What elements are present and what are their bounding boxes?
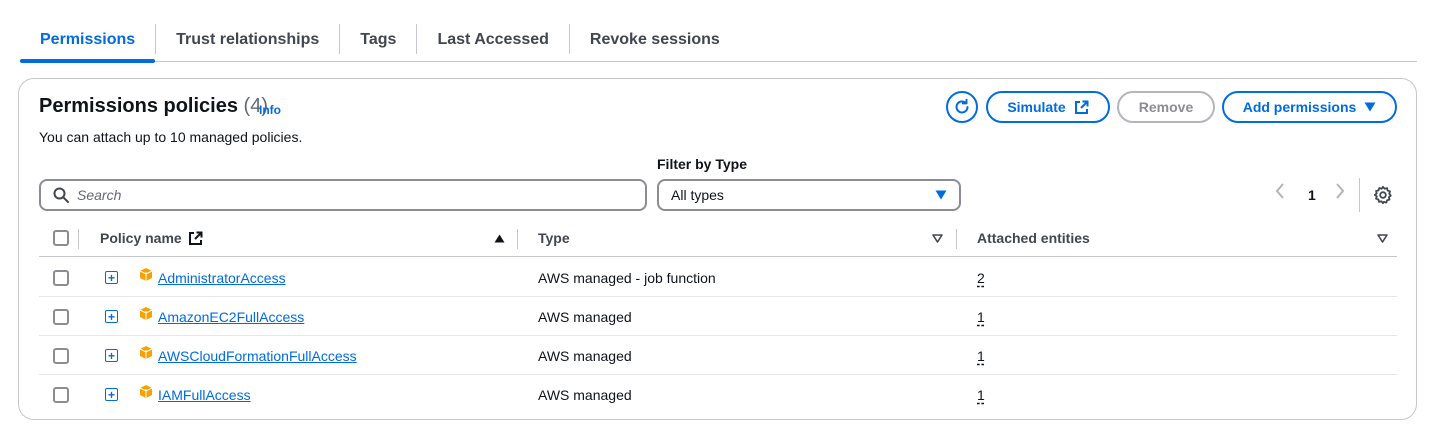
attached-entities-count[interactable]: 1 [977,336,985,375]
tab-trust-relationships[interactable]: Trust relationships [156,18,339,61]
checkbox[interactable] [53,230,69,246]
current-page-number[interactable]: 1 [1308,187,1316,203]
tab-revoke-sessions[interactable]: Revoke sessions [570,18,740,61]
tab-permissions[interactable]: Permissions [20,18,156,63]
external-link-icon [1074,100,1089,114]
type-header-label: Type [538,230,570,246]
column-header-type[interactable]: Type [538,219,948,257]
policy-type: AWS managed [538,386,632,403]
preferences-gear-icon[interactable] [1373,185,1393,205]
expand-row[interactable]: + [105,375,118,414]
next-page-icon[interactable] [1335,183,1345,204]
column-header-attached-entities[interactable]: Attached entities [977,219,1397,257]
row-select[interactable] [53,336,69,375]
sort-ascending-icon[interactable] [494,234,505,243]
refresh-icon [955,98,969,114]
panel-title-text: Permissions policies [39,95,238,117]
attached-entities-link[interactable]: 1 [977,387,985,403]
row-select[interactable] [53,258,69,297]
expand-row[interactable]: + [105,336,118,375]
policy-name-link[interactable]: AWSCloudFormationFullAccess [158,348,357,364]
sort-icon[interactable] [1377,233,1388,243]
simulate-label: Simulate [1007,99,1066,115]
policy-name-link[interactable]: AdministratorAccess [158,270,286,286]
expand-icon[interactable]: + [105,349,118,362]
attached-entities-count[interactable]: 1 [977,297,985,336]
column-header-policy-name[interactable]: Policy name [100,219,520,257]
expand-icon[interactable]: + [105,310,118,323]
policy-name-cell: AdministratorAccess [138,258,286,297]
row-select[interactable] [53,375,69,414]
panel-title: Permissions policies (4) [39,95,268,118]
tab-tags[interactable]: Tags [340,18,416,61]
select-all-checkbox[interactable] [53,219,69,257]
attached-entities-count[interactable]: 1 [977,375,985,414]
policy-name-cell: AWSCloudFormationFullAccess [138,336,357,375]
column-divider [78,229,79,249]
caret-down-icon [1364,102,1376,112]
table-row: + AWSCloudFormationFullAccess AWS manage… [39,336,1397,375]
policy-name-cell: AmazonEC2FullAccess [138,297,304,336]
policy-type: AWS managed - job function [538,269,716,286]
attached-entities-count[interactable]: 2 [977,258,985,297]
checkbox[interactable] [53,269,69,286]
policy-name-link[interactable]: AmazonEC2FullAccess [158,309,304,325]
sort-icon[interactable] [932,233,943,243]
aws-policy-icon [139,267,153,281]
refresh-button[interactable] [946,91,978,123]
filter-by-type-label: Filter by Type [657,156,747,172]
tab-last-accessed[interactable]: Last Accessed [417,18,568,61]
search-input[interactable] [77,187,617,203]
previous-page-icon[interactable] [1275,183,1285,204]
checkbox[interactable] [53,347,69,364]
pagination-divider [1359,178,1360,212]
policy-name-header-label: Policy name [100,230,182,246]
table-header: Policy name Type Attached entities [39,219,1397,257]
info-link[interactable]: Info [259,103,281,117]
caret-down-icon [935,190,947,200]
column-divider [517,229,518,249]
permissions-policies-panel: Permissions policies (4) Info You can at… [18,78,1417,420]
column-divider [956,229,957,249]
expand-icon[interactable]: + [105,388,118,401]
policy-name-link[interactable]: IAMFullAccess [158,387,251,403]
tab-bar: Permissions Trust relationships Tags Las… [20,18,1417,63]
policy-name-cell: IAMFullAccess [138,375,251,414]
type-filter-select[interactable]: All types [657,179,961,211]
remove-button[interactable]: Remove [1117,91,1215,123]
search-icon [53,187,69,203]
attached-entities-link[interactable]: 2 [977,270,985,286]
expand-icon[interactable]: + [105,271,118,284]
aws-policy-icon [139,306,153,320]
table-row: + AdministratorAccess AWS managed - job … [39,258,1397,297]
attached-entities-link[interactable]: 1 [977,309,985,325]
checkbox[interactable] [53,308,69,325]
table-row: + AmazonEC2FullAccess AWS managed 1 [39,297,1397,336]
policy-type: AWS managed [538,308,632,325]
attached-entities-link[interactable]: 1 [977,348,985,364]
expand-row[interactable]: + [105,258,118,297]
panel-description: You can attach up to 10 managed policies… [39,129,303,145]
aws-policy-icon [139,384,153,398]
remove-label: Remove [1138,99,1194,115]
add-permissions-label: Add permissions [1242,99,1357,115]
checkbox[interactable] [53,386,69,403]
search-field[interactable] [39,179,647,211]
external-link-icon [188,231,203,245]
add-permissions-button[interactable]: Add permissions [1222,91,1397,123]
row-select[interactable] [53,297,69,336]
type-filter-value: All types [671,187,724,203]
policy-type: AWS managed [538,347,632,364]
table-row: + IAMFullAccess AWS managed 1 [39,375,1397,414]
simulate-button[interactable]: Simulate [986,91,1110,123]
attached-entities-header-label: Attached entities [977,230,1090,246]
expand-row[interactable]: + [105,297,118,336]
aws-policy-icon [139,345,153,359]
